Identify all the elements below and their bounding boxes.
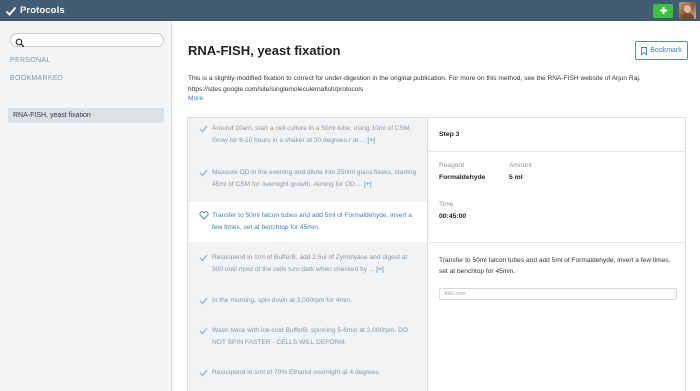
check-icon	[199, 368, 208, 377]
check-icon	[199, 296, 208, 305]
step-detail-panel: Step 3 Reagent Formaldehyde Amount 5 ml …	[429, 118, 686, 391]
sidebar: PERSONAL BOOKMARKED RNA-FISH, yeast fixa…	[0, 21, 172, 391]
expand-link[interactable]: [+]	[367, 137, 375, 144]
amount-label: Amount	[509, 162, 532, 169]
step-heading-row: Step 3	[429, 118, 686, 152]
time-value: 00:45:00	[439, 213, 467, 220]
app-name: Protocols	[20, 5, 65, 16]
amount-value: 5 ml	[509, 174, 523, 181]
add-note-input[interactable]: Add note	[439, 288, 677, 300]
time-label: Time	[439, 201, 454, 208]
section-bookmarked: BOOKMARKED	[10, 75, 64, 82]
step-item[interactable]: Around 10am, start a cell culture in a 5…	[188, 123, 427, 147]
step-item[interactable]: Wash twice with ice-cold BufferB, spinni…	[188, 325, 427, 349]
more-link[interactable]: More	[188, 95, 203, 102]
bookmark-icon	[641, 46, 648, 55]
steps-panel: Around 10am, start a cell culture in a 5…	[187, 117, 686, 391]
section-personal: PERSONAL	[10, 57, 51, 64]
check-icon	[199, 253, 208, 262]
reagent-value: Formaldehyde	[439, 174, 486, 181]
step-item[interactable]: Measure OD in the evening and dilute int…	[188, 167, 427, 191]
bookmark-button[interactable]: Bookmark	[635, 41, 688, 60]
check-icon	[199, 124, 208, 133]
main-content: RNA-FISH, yeast fixation Bookmark This i…	[173, 21, 700, 391]
heart-icon	[199, 211, 209, 220]
expand-link[interactable]: [+]	[376, 266, 384, 273]
check-icon	[199, 168, 208, 177]
step-item-active[interactable]: Transfer to 50ml falcon tubes and add 5m…	[188, 202, 427, 242]
checkmark-logo-icon	[4, 4, 18, 18]
step-meta-row: Reagent Formaldehyde Amount 5 ml Time 00…	[429, 152, 686, 243]
page-title: RNA-FISH, yeast fixation	[188, 43, 341, 58]
steps-list: Around 10am, start a cell culture in a 5…	[188, 118, 428, 391]
step-heading: Step 3	[439, 131, 460, 138]
user-avatar[interactable]	[679, 2, 696, 19]
protocol-description: This is a slightly-modified fixation to …	[188, 75, 641, 93]
search-input[interactable]	[10, 33, 164, 48]
step-item[interactable]: Resuspend in 1ml of 70% Ethanol overnigh…	[188, 367, 427, 379]
top-bar: Protocols	[0, 0, 700, 21]
expand-link[interactable]: [+]	[364, 181, 372, 188]
bookmark-label: Bookmark	[650, 47, 682, 54]
step-description: Transfer to 50ml falcon tubes and add 5m…	[439, 257, 671, 275]
add-protocol-button[interactable]	[653, 4, 673, 18]
sidebar-item-rna-fish[interactable]: RNA-FISH, yeast fixation	[8, 108, 164, 123]
search-icon	[15, 35, 25, 48]
plus-icon	[659, 2, 668, 20]
check-icon	[199, 326, 208, 335]
reagent-label: Reagent	[439, 162, 464, 169]
brand[interactable]: Protocols	[4, 4, 65, 18]
step-item[interactable]: In the morning, spin down at 3,000rpm fo…	[188, 295, 427, 307]
step-item[interactable]: Resuspend in 1ml of BufferB, add 2.5ul o…	[188, 252, 427, 276]
